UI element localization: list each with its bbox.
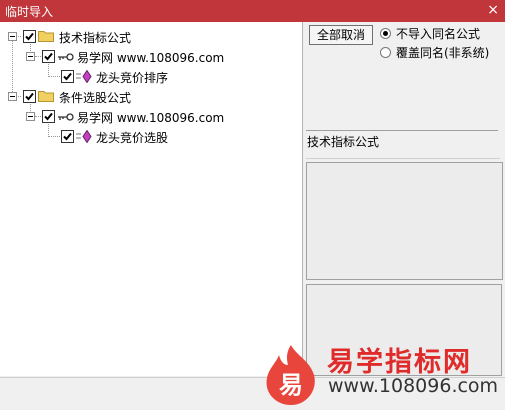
tree-node-label: 龙头竞价排序 xyxy=(96,71,169,85)
tree-node-label: 易学网 www.108096.com xyxy=(77,51,225,65)
close-icon[interactable]: × xyxy=(487,2,499,18)
tree-node-label: 技术指标公式 xyxy=(59,31,132,45)
brand-url: www.108096.com xyxy=(328,375,499,397)
description-panel[interactable] xyxy=(306,162,503,280)
folder-icon xyxy=(38,29,54,45)
formula-icon xyxy=(76,69,92,86)
key-icon xyxy=(58,111,74,125)
logo-character: 易 xyxy=(279,371,303,399)
window-title: 临时导入 xyxy=(5,5,54,19)
formula-type-display: 技术指标公式 xyxy=(306,131,500,159)
tree-node-category[interactable]: 条件选股公式 xyxy=(0,88,300,105)
formula-icon xyxy=(76,129,92,146)
collapse-icon[interactable] xyxy=(8,92,17,101)
tree-node-label: 龙头竞价选股 xyxy=(96,131,169,145)
radio-overwrite-duplicates[interactable] xyxy=(380,47,391,58)
brand-logo: 易 xyxy=(262,343,320,410)
formula-tree: 技术指标公式 易学网 www.108096.com 龙头竞价排序 条件选股公式 xyxy=(0,22,303,376)
folder-icon xyxy=(38,89,54,105)
collapse-icon[interactable] xyxy=(26,52,35,61)
radio-skip-duplicates[interactable] xyxy=(380,28,391,39)
radio-label-overwrite-duplicates[interactable]: 覆盖同名(非系统) xyxy=(396,44,489,61)
tree-node-category[interactable]: 技术指标公式 xyxy=(0,28,300,45)
checkbox[interactable] xyxy=(42,50,55,63)
checkbox[interactable] xyxy=(61,70,74,83)
tree-node-formula[interactable]: 龙头竞价排序 xyxy=(0,68,300,86)
collapse-icon[interactable] xyxy=(8,32,17,41)
checkbox[interactable] xyxy=(23,30,36,43)
cancel-all-button[interactable]: 全部取消 xyxy=(309,25,373,45)
formula-type-label: 技术指标公式 xyxy=(307,135,380,149)
checkbox[interactable] xyxy=(61,130,74,143)
tree-node-formula[interactable]: 龙头竞价选股 xyxy=(0,128,300,146)
title-bar: 临时导入 × xyxy=(0,0,505,22)
key-icon xyxy=(58,51,74,65)
tree-node-label: 条件选股公式 xyxy=(59,91,132,105)
brand-name: 易学指标网 xyxy=(327,347,472,378)
tree-node-source[interactable]: 易学网 www.108096.com xyxy=(0,48,300,65)
collapse-icon[interactable] xyxy=(26,112,35,121)
tree-node-source[interactable]: 易学网 www.108096.com xyxy=(0,108,300,125)
checkbox[interactable] xyxy=(42,110,55,123)
checkbox[interactable] xyxy=(23,90,36,103)
tree-node-label: 易学网 www.108096.com xyxy=(77,111,225,125)
radio-label-skip-duplicates[interactable]: 不导入同名公式 xyxy=(396,25,480,42)
